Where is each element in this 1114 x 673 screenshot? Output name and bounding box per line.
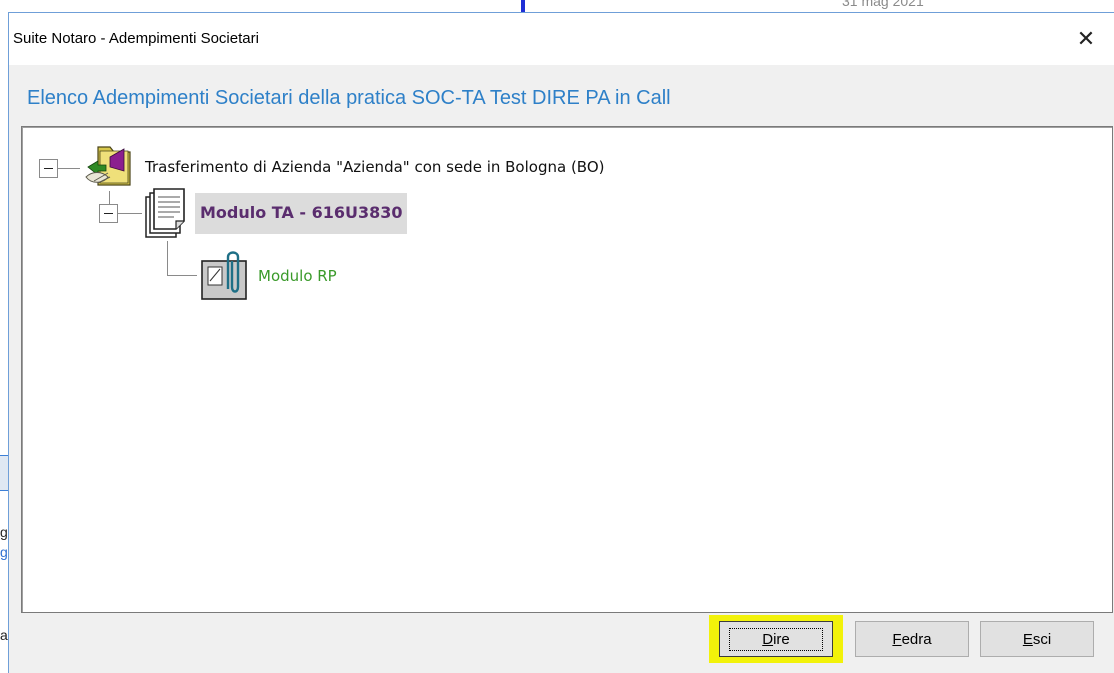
tree-node-modulo-ta[interactable]: Modulo TA - 616U3830 [195, 193, 407, 234]
close-icon: ✕ [1076, 26, 1096, 52]
tree-connector [118, 213, 142, 214]
dire-rest: ire [773, 630, 790, 648]
dire-accel: D [762, 630, 774, 648]
background-date: 31 mag 2021 [842, 0, 924, 9]
fedra-button[interactable]: Fedra [855, 621, 969, 657]
tree-connector [109, 191, 110, 205]
tree-connector [167, 241, 168, 275]
adempimenti-dialog: Suite Notaro - Adempimenti Societari ✕ E… [8, 12, 1114, 673]
page-title: Elenco Adempimenti Societari della prati… [27, 87, 671, 109]
paperclip-attachment-icon [201, 251, 247, 300]
esci-rest: sci [1032, 630, 1052, 648]
adempimenti-tree[interactable]: Trasferimento di Azienda "Azienda" con s… [21, 126, 1113, 613]
tree-node-modulo-rp[interactable]: Modulo RP [258, 267, 337, 285]
folder-handshake-icon [85, 146, 131, 186]
tree-connector [167, 275, 197, 276]
close-button[interactable]: ✕ [1068, 21, 1104, 57]
tree-connector [58, 168, 80, 169]
document-stack-icon [145, 188, 185, 238]
root-collapse-toggle[interactable] [39, 159, 58, 178]
background-marker [521, 0, 525, 12]
module-collapse-toggle[interactable] [99, 204, 118, 223]
dialog-titlebar: Suite Notaro - Adempimenti Societari ✕ [9, 13, 1114, 65]
fedra-accel: F [892, 630, 902, 648]
background-left-text: a [0, 627, 8, 643]
esci-button[interactable]: Esci [980, 621, 1094, 657]
dire-button-label: Dire [729, 627, 823, 651]
fedra-rest: edra [901, 630, 932, 648]
dire-button[interactable]: Dire [719, 621, 833, 657]
background-left-link: g [0, 544, 8, 560]
background-app-strip: 31 mag 2021 [0, 0, 1114, 12]
tree-node-transfer[interactable]: Trasferimento di Azienda "Azienda" con s… [145, 158, 605, 176]
background-left-text: g [0, 524, 8, 540]
esci-accel: E [1022, 630, 1033, 648]
dialog-title: Suite Notaro - Adempimenti Societari [13, 30, 259, 47]
